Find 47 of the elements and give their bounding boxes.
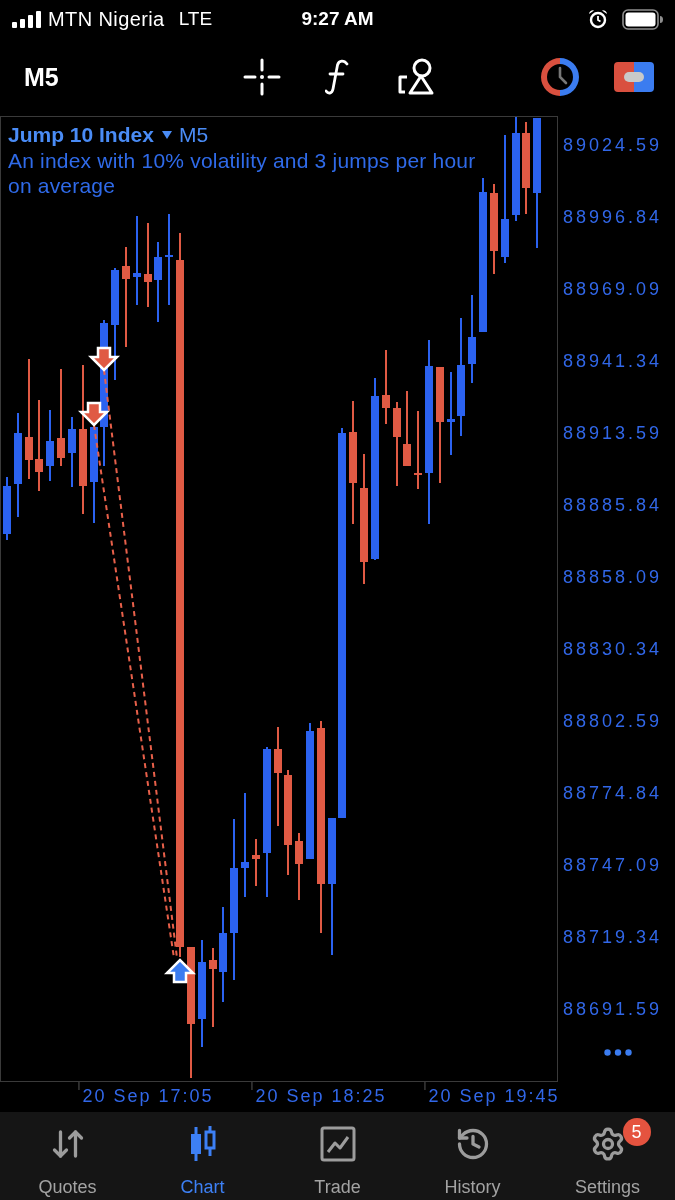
- tab[interactable]: 5 Settings: [540, 1112, 675, 1200]
- price-label: 88719.34: [563, 926, 663, 948]
- notification-badge: 5: [622, 1118, 651, 1146]
- signal-icon: [12, 10, 42, 28]
- price-label: 88913.59: [563, 422, 663, 444]
- up-arrow-icon: [164, 958, 196, 984]
- price-label: 88747.09: [563, 854, 663, 876]
- line-chart-icon: [319, 1126, 356, 1162]
- clock-icon[interactable]: [540, 57, 580, 97]
- candlestick: [68, 416, 76, 488]
- down-arrow-icon: [88, 346, 120, 372]
- down-arrow-icon: [78, 401, 110, 427]
- price-label: 88691.59: [563, 998, 663, 1020]
- price-label: 88885.84: [563, 494, 663, 516]
- time-label: 20 Sep 18:25: [255, 1085, 387, 1107]
- timeframe-label: M5: [178, 122, 209, 148]
- crosshair-icon[interactable]: [243, 58, 281, 96]
- clock-time: 9:27 AM: [301, 7, 374, 31]
- network-type: LTE: [178, 7, 213, 31]
- price-label: 88830.34: [563, 638, 663, 660]
- price-label: 88969.09: [563, 278, 663, 300]
- carrier-name: MTN Nigeria: [48, 7, 165, 31]
- alarm-clock-icon: [588, 9, 608, 29]
- price-label: 89024.59: [563, 134, 663, 156]
- tab[interactable]: Chart: [135, 1112, 270, 1200]
- battery-icon: [622, 8, 663, 30]
- price-label: 88858.09: [563, 566, 663, 588]
- toggle-icon[interactable]: [614, 62, 654, 92]
- timeframe-button[interactable]: M5: [24, 61, 59, 92]
- more-icon[interactable]: [604, 1049, 632, 1056]
- time-label: 20 Sep 19:45: [428, 1085, 560, 1107]
- time-label: 20 Sep 17:05: [82, 1085, 214, 1107]
- caret-icon[interactable]: [161, 131, 172, 139]
- candlestick: [252, 838, 260, 887]
- price-label: 88941.34: [563, 350, 663, 372]
- shapes-icon[interactable]: [397, 58, 435, 96]
- tab[interactable]: Quotes: [0, 1112, 135, 1200]
- function-icon[interactable]: [325, 59, 349, 95]
- price-label: 88802.59: [563, 710, 663, 732]
- price-label: 88996.84: [563, 206, 663, 228]
- price-label: 88774.84: [563, 782, 663, 804]
- tab[interactable]: Trade: [270, 1112, 405, 1200]
- chart-description: An index with 10% volatility and 3 jumps per hour on average: [8, 148, 477, 198]
- tab[interactable]: History: [405, 1112, 540, 1200]
- symbol-selector[interactable]: Jump 10 Index: [8, 122, 154, 148]
- candlestick: [295, 832, 303, 901]
- candlestick: [3, 476, 11, 541]
